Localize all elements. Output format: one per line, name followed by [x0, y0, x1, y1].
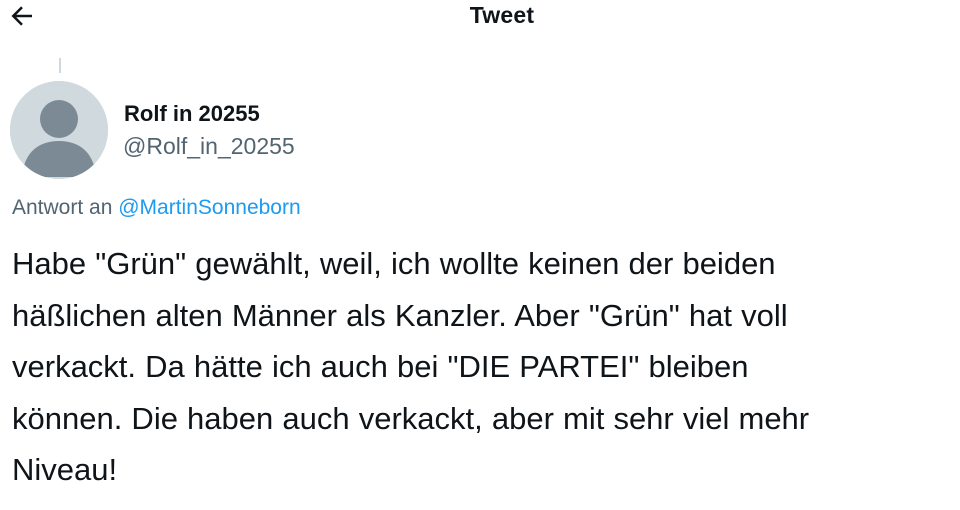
thread-connector-line [59, 58, 61, 73]
top-bar: Tweet [0, 0, 960, 48]
tweet-text-line: Habe "Grün" gewählt, weil, ich wollte ke… [12, 246, 776, 281]
page-title: Tweet [469, 2, 535, 28]
tweet-text-line: Niveau! [12, 452, 118, 487]
tweet-text-line: verkackt. Da hätte ich auch bei "DIE PAR… [12, 349, 749, 384]
avatar[interactable] [10, 81, 108, 179]
author-username[interactable]: @Rolf_in_20255 [123, 133, 295, 160]
author-display-name[interactable]: Rolf in 20255 [124, 101, 260, 127]
reply-context: Antwort an @MartinSonneborn [12, 196, 301, 220]
reply-mention-link[interactable]: @MartinSonneborn [118, 196, 300, 219]
default-avatar-icon [10, 81, 108, 179]
reply-prefix: Antwort an [12, 196, 113, 219]
tweet-text-line: häßlichen alten Männer als Kanzler. Aber… [12, 297, 788, 333]
tweet-text: Habe "Grün" gewählt, weil, ich wollte ke… [12, 238, 952, 496]
tweet-text-line: können. Die haben auch verkackt, aber mi… [12, 400, 810, 436]
